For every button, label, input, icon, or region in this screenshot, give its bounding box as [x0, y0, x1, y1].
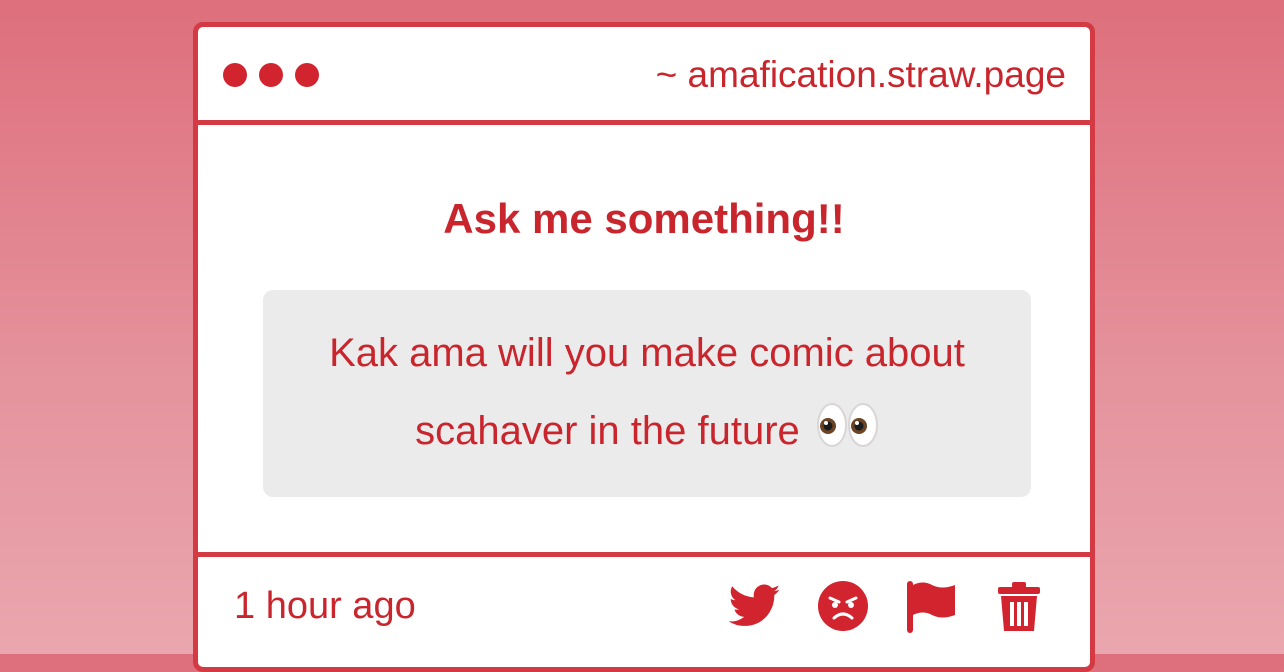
site-url[interactable]: ~ amafication.straw.page	[656, 54, 1066, 96]
action-bar	[729, 580, 1045, 633]
question-card: ~ amafication.straw.page Ask me somethin…	[193, 22, 1095, 672]
flag-icon	[907, 581, 955, 633]
react-angry-button[interactable]	[817, 580, 869, 632]
window-dot-icon	[259, 63, 283, 87]
twitter-share-button[interactable]	[729, 580, 781, 632]
delete-button[interactable]	[993, 580, 1045, 632]
report-button[interactable]	[905, 580, 957, 633]
window-controls	[223, 63, 319, 87]
question-line-2: scahaver in the future	[415, 408, 800, 453]
window-dot-icon	[223, 63, 247, 87]
window-dot-icon	[295, 63, 319, 87]
page-title: Ask me something!!	[443, 195, 845, 242]
timestamp: 1 hour ago	[234, 585, 416, 627]
question-text: Kak ama will you make comic about scahav…	[329, 314, 965, 474]
twitter-icon	[729, 584, 781, 626]
window-titlebar: ~ amafication.straw.page	[198, 27, 1090, 125]
eyes-emoji-icon	[816, 396, 879, 474]
angry-face-icon	[818, 581, 868, 631]
question-line-1: Kak ama will you make comic about	[329, 330, 965, 375]
card-footer: 1 hour ago	[198, 552, 1090, 667]
question-content: Ask me something!! Kak ama will you make…	[198, 125, 1090, 552]
question-box: Kak ama will you make comic about scahav…	[263, 290, 1031, 497]
trash-icon	[998, 582, 1040, 631]
